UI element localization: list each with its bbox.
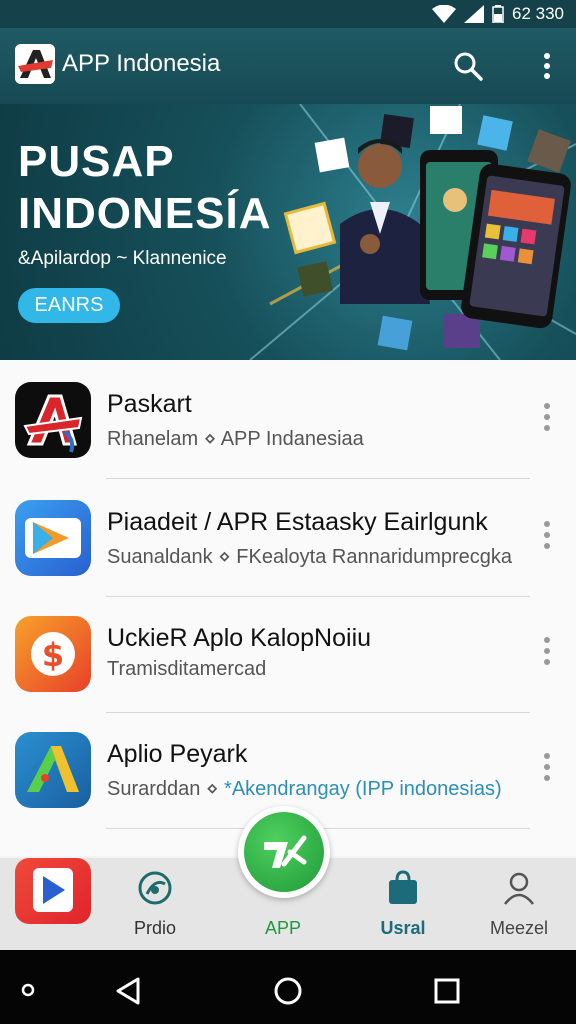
app-meta: Rhanelam ⋄ APP Indanesiaa xyxy=(107,426,364,451)
item-menu-icon[interactable] xyxy=(540,402,554,432)
app-developer: Rhanelam xyxy=(107,428,199,450)
globe-icon xyxy=(138,871,172,905)
search-icon[interactable] xyxy=(452,50,484,82)
app-name: Aplio Peyark xyxy=(107,740,248,768)
dollar-app-icon: $ xyxy=(15,616,91,692)
app-meta: Suanaldank ⋄ FKealoyta Rannaridumprecgka xyxy=(107,544,512,569)
app-title: APP Indonesia xyxy=(62,50,221,77)
banner-cta-button[interactable]: EANRS xyxy=(18,288,120,323)
app-developer: Surarddan xyxy=(107,778,201,800)
bag-icon xyxy=(389,870,417,904)
app-list: Paskart Rhanelam ⋄ APP Indanesiaa Piaade… xyxy=(0,360,576,856)
app-logo-icon xyxy=(15,44,55,84)
app-name: Paskart xyxy=(107,390,192,418)
item-menu-icon[interactable] xyxy=(540,520,554,550)
promo-banner[interactable]: PUSAP INDONESÍA &Apilardop ~ Klannenice … xyxy=(0,104,576,360)
separator-icon: ⋄ xyxy=(218,546,237,568)
banner-subtitle: &Apilardop ~ Klannenice xyxy=(18,248,227,269)
nav-label: Usral xyxy=(380,918,426,938)
banner-headline-line2: INDONESÍA xyxy=(18,189,272,238)
app-logo-icon xyxy=(264,835,307,868)
app-meta: Tramisditamercad xyxy=(107,658,266,681)
separator-icon: ⋄ xyxy=(203,428,221,450)
signal-icon xyxy=(464,5,484,23)
person-icon xyxy=(504,872,534,905)
wifi-icon xyxy=(432,5,456,23)
nav-label: Meezel xyxy=(489,918,549,938)
app-developer: Tramisditamercad xyxy=(107,658,267,680)
list-item[interactable]: Piaadeit / APR Estaasky Eairlgunk Suanal… xyxy=(0,478,576,596)
list-item[interactable]: Paskart Rhanelam ⋄ APP Indanesiaa xyxy=(0,360,576,478)
play-app-icon xyxy=(15,500,91,576)
app-category: FKealoyta Rannaridumprecgka xyxy=(236,546,512,568)
list-item[interactable]: $ UckieR Aplo KalopNoiiu Tramisditamerca… xyxy=(0,596,576,714)
home-icon[interactable] xyxy=(272,975,304,1007)
battery-icon xyxy=(492,5,504,23)
svg-text:$: $ xyxy=(42,636,64,674)
aplio-app-icon xyxy=(15,732,91,808)
status-time: 62 330 xyxy=(512,4,564,23)
back-icon[interactable] xyxy=(114,976,144,1006)
banner-headline-line1: PUSAP xyxy=(18,137,175,186)
app-category: APP Indanesiaa xyxy=(220,428,364,450)
nav-label: APP xyxy=(264,918,302,938)
app-name: UckieR Aplo KalopNoiiu xyxy=(107,624,372,652)
status-bar: 62 330 xyxy=(0,0,576,28)
app-category: *Akendrangay (IPP indonesias) xyxy=(224,778,502,800)
item-menu-icon[interactable] xyxy=(540,636,554,666)
assistant-dot-icon[interactable] xyxy=(18,980,38,1000)
recents-icon[interactable] xyxy=(432,976,462,1006)
app-developer: Suanaldank xyxy=(107,546,213,568)
app-name: Piaadeit / APR Estaasky Eairlgunk xyxy=(107,508,488,536)
nav-label: Prdio xyxy=(133,918,177,938)
app-bar: APP Indonesia xyxy=(0,28,576,104)
app-meta: Surarddan ⋄ *Akendrangay (IPP indonesias… xyxy=(107,776,502,801)
more-vert-icon[interactable] xyxy=(537,50,557,82)
play-shortcut-icon[interactable] xyxy=(15,858,91,924)
paskart-app-icon xyxy=(15,382,91,458)
system-nav-bar xyxy=(0,950,576,1024)
separator-icon: ⋄ xyxy=(205,778,225,800)
app-fab-button[interactable] xyxy=(238,806,330,898)
item-menu-icon[interactable] xyxy=(540,752,554,782)
